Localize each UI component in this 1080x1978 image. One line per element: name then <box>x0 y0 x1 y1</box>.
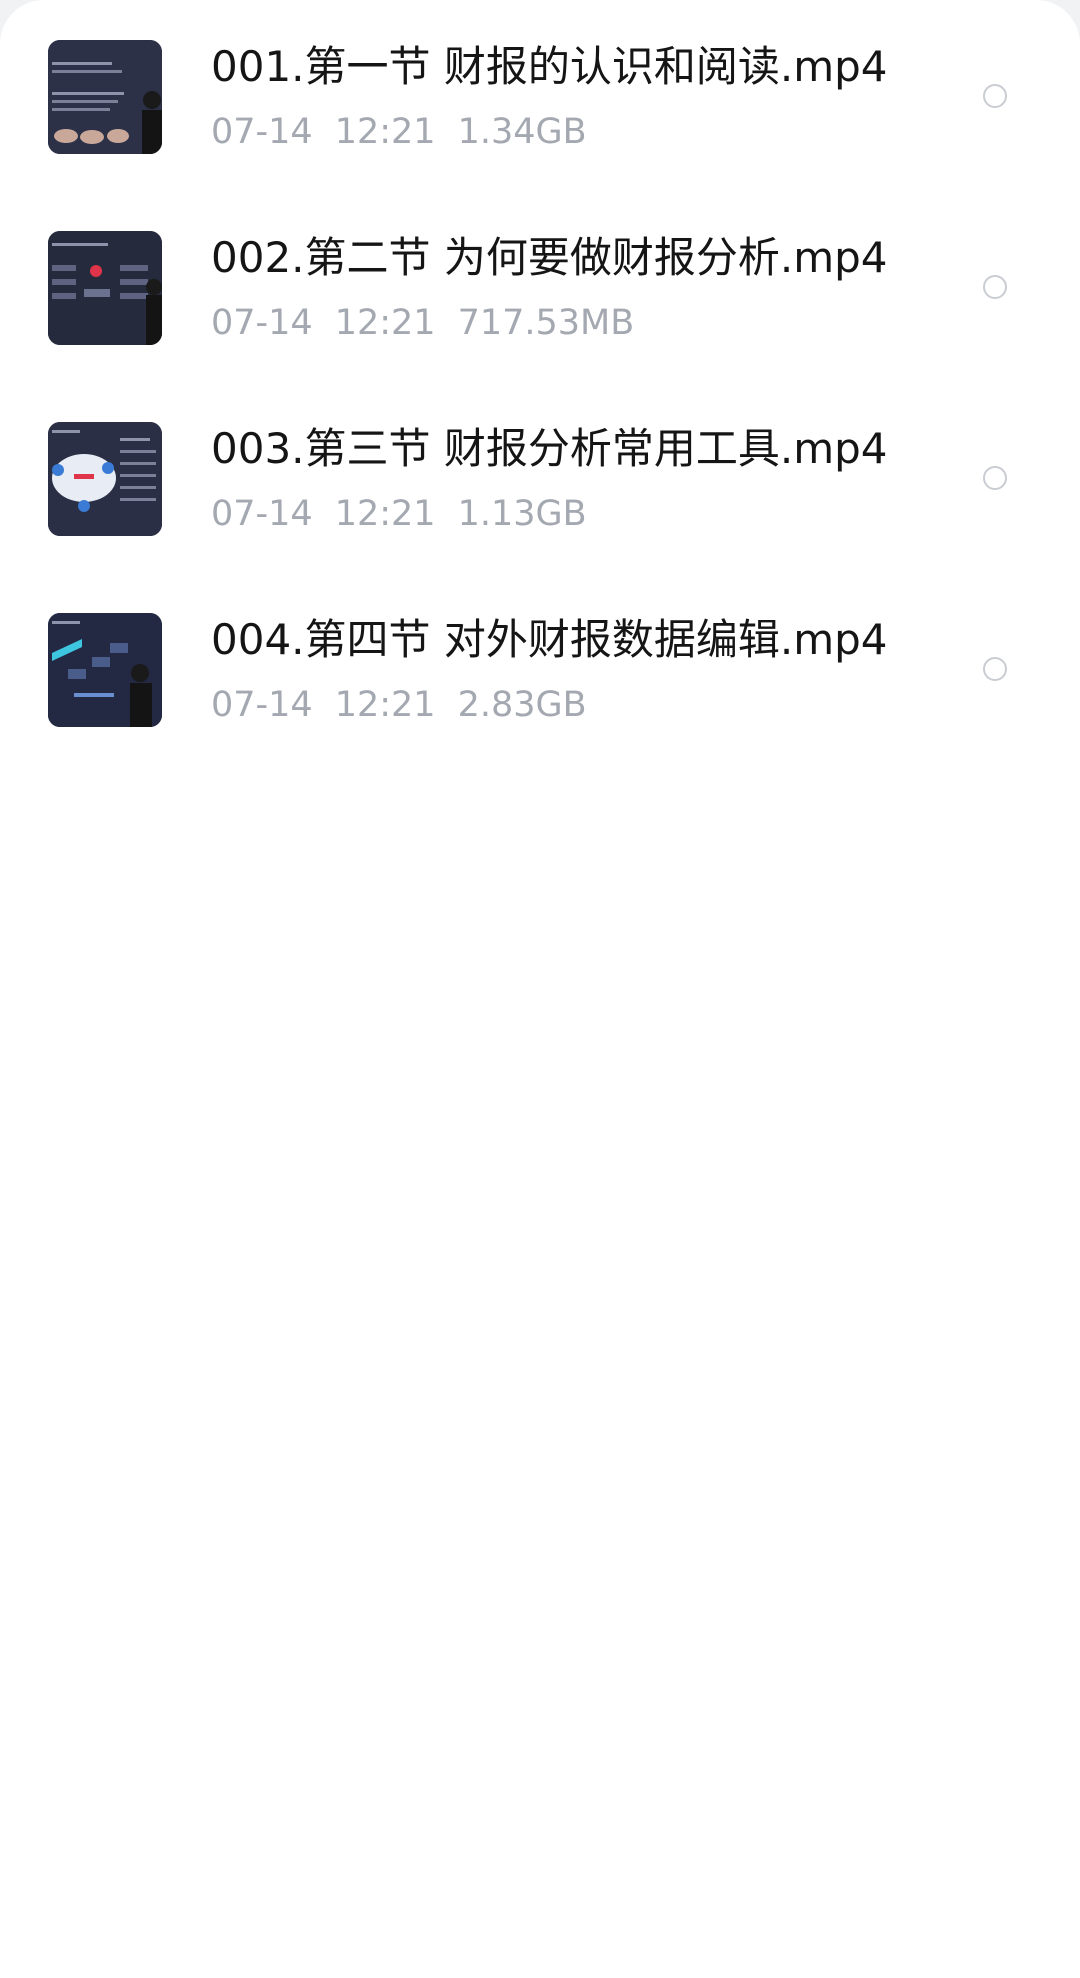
file-date: 07-14 <box>211 685 313 725</box>
file-list-sheet: 001.第一节 财报的认识和阅读.mp4 07-14 12:21 1.34GB <box>0 0 1080 1978</box>
select-radio[interactable] <box>983 466 1007 490</box>
list-item[interactable]: 001.第一节 财报的认识和阅读.mp4 07-14 12:21 1.34GB <box>0 0 1080 191</box>
file-meta: 07-14 12:21 1.13GB <box>211 490 609 538</box>
file-size: 2.83GB <box>457 685 587 725</box>
file-time: 12:21 <box>334 112 436 152</box>
video-thumbnail <box>48 422 162 536</box>
file-name: 003.第三节 财报分析常用工具.mp4 <box>211 424 888 473</box>
file-time: 12:21 <box>334 685 436 725</box>
select-radio[interactable] <box>983 657 1007 681</box>
list-item[interactable]: 002.第二节 为何要做财报分析.mp4 07-14 12:21 717.53MB <box>0 191 1080 382</box>
file-size: 1.13GB <box>457 494 587 534</box>
select-radio[interactable] <box>983 275 1007 299</box>
file-list: 001.第一节 财报的认识和阅读.mp4 07-14 12:21 1.34GB <box>0 0 1080 764</box>
file-meta: 07-14 12:21 2.83GB <box>211 681 609 729</box>
file-meta: 07-14 12:21 717.53MB <box>211 299 656 347</box>
file-time: 12:21 <box>334 303 436 343</box>
video-thumbnail <box>48 231 162 345</box>
list-item[interactable]: 003.第三节 财报分析常用工具.mp4 07-14 12:21 1.13GB <box>0 382 1080 573</box>
file-name: 001.第一节 财报的认识和阅读.mp4 <box>211 42 888 91</box>
select-radio[interactable] <box>983 84 1007 108</box>
file-date: 07-14 <box>211 303 313 343</box>
video-thumbnail <box>48 40 162 154</box>
file-name: 002.第二节 为何要做财报分析.mp4 <box>211 233 888 282</box>
file-size: 717.53MB <box>457 303 635 343</box>
file-size: 1.34GB <box>457 112 587 152</box>
list-item[interactable]: 004.第四节 对外财报数据编辑.mp4 07-14 12:21 2.83GB <box>0 573 1080 764</box>
file-time: 12:21 <box>334 494 436 534</box>
video-thumbnail <box>48 613 162 727</box>
file-meta: 07-14 12:21 1.34GB <box>211 108 609 156</box>
file-date: 07-14 <box>211 112 313 152</box>
file-name: 004.第四节 对外财报数据编辑.mp4 <box>211 615 888 664</box>
file-date: 07-14 <box>211 494 313 534</box>
